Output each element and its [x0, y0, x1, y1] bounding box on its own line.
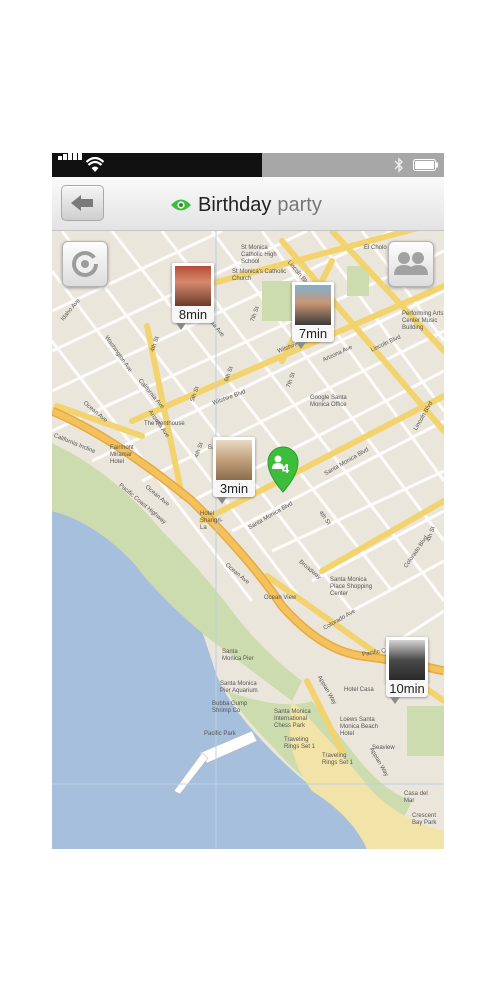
friend-pin[interactable]: 7min: [292, 282, 334, 349]
group-icon: [394, 252, 428, 275]
avatar: [292, 282, 334, 328]
map-label: St Monica's Catholic Church: [232, 269, 287, 282]
map-label: El Cholo: [364, 245, 387, 251]
wifi-icon: [86, 157, 104, 172]
map-label: 7th St: [249, 305, 261, 323]
map-label: Appian Way: [315, 674, 338, 706]
map-label: California Ave: [136, 378, 166, 411]
battery-icon: [413, 159, 438, 171]
eta-label: 3min: [213, 481, 255, 497]
map-label: 6th St: [223, 365, 235, 383]
avatar: [213, 437, 255, 483]
map-label: 4th St: [193, 441, 205, 459]
map-label: Santa Monica Place Shopping Center: [330, 577, 373, 597]
map-label: Ocean Ave: [81, 400, 109, 424]
recenter-button[interactable]: [62, 241, 108, 287]
map-label: Fairmont Miramar Hotel: [110, 445, 134, 465]
page-title: Birthday party: [170, 191, 322, 219]
map-label: Santa Monica Blvd: [323, 446, 370, 478]
map-label: 4th St: [425, 525, 437, 543]
map-label: 5th St: [189, 385, 201, 403]
map-label: Lincoln Blvd: [370, 334, 402, 354]
nav-header: Birthday party: [52, 177, 444, 231]
map-labels: St Monica Catholic High School El Cholo …: [52, 231, 444, 849]
friend-pin[interactable]: 8min: [172, 263, 214, 330]
friend-pin[interactable]: 10min: [386, 637, 428, 704]
locate-icon: [72, 251, 98, 277]
map-label: Santa Monica Pier: [222, 649, 254, 662]
pin-tail: [390, 697, 400, 704]
phone-screen: Birthday party St Monica Catholic High S…: [52, 153, 444, 849]
map-label: Hotel Shangri-La: [200, 511, 223, 531]
people-button[interactable]: [388, 241, 434, 287]
map-label: Ocean View: [264, 595, 297, 601]
map-view[interactable]: St Monica Catholic High School El Cholo …: [52, 231, 444, 849]
map-label: Washington Ave: [103, 334, 133, 374]
map-label: Santa Monica International Chess Park: [274, 709, 311, 729]
map-label: Pacific Park: [204, 731, 236, 737]
pin-tail: [176, 323, 186, 330]
map-label: California Incline: [52, 432, 97, 456]
map-label: Ocean Ave: [223, 562, 251, 586]
title-main: Birthday: [198, 193, 272, 216]
map-label: Traveling Rings Set 1: [322, 753, 354, 766]
map-label: Performing Arts Center Music Building: [402, 311, 444, 331]
avatar: [386, 637, 428, 683]
map-label: Hotel Casa: [344, 687, 374, 693]
eye-icon: [171, 199, 191, 211]
map-label: Casa del Mar: [404, 791, 428, 804]
eta-label: 7min: [292, 326, 334, 342]
map-label: Colorado Ave: [322, 608, 357, 632]
back-button[interactable]: [61, 185, 104, 221]
map-label: 4th St: [149, 335, 161, 353]
group-count: 4: [282, 461, 290, 476]
map-label: Google Santa Monica Office: [310, 395, 347, 408]
bluetooth-icon: [394, 157, 403, 173]
avatar: [172, 263, 214, 309]
map-label: 7th St: [285, 371, 297, 389]
eta-label: 10min: [386, 681, 428, 697]
status-bar: [52, 153, 444, 177]
map-label: Bubba Gump Shrimp Co: [212, 701, 248, 714]
map-label: Traveling Rings Set 1: [284, 737, 316, 750]
map-label: Broadway: [297, 559, 322, 581]
map-label: The Penthouse: [144, 421, 185, 427]
pin-tail: [296, 342, 306, 349]
eta-label: 8min: [172, 307, 214, 323]
map-label: Santa Monica Blvd: [247, 500, 294, 532]
map-label: Lincoln Blvd: [413, 400, 435, 432]
back-arrow-icon: [71, 195, 93, 211]
pin-tail: [217, 497, 227, 504]
map-label: St Monica Catholic High School: [241, 245, 277, 265]
map-label: 4th St: [317, 510, 332, 527]
map-label: Crescent Bay Park: [412, 813, 437, 826]
map-label: Santa Monica Pier Aquarium: [220, 681, 258, 694]
map-label: Loews Santa Monica Beach Hotel: [340, 717, 379, 737]
friend-pin[interactable]: 3min: [213, 437, 255, 504]
map-label: Wilshire Blvd: [211, 389, 247, 407]
map-label: Idaho Ave: [60, 298, 82, 323]
title-sub: party: [277, 193, 322, 216]
